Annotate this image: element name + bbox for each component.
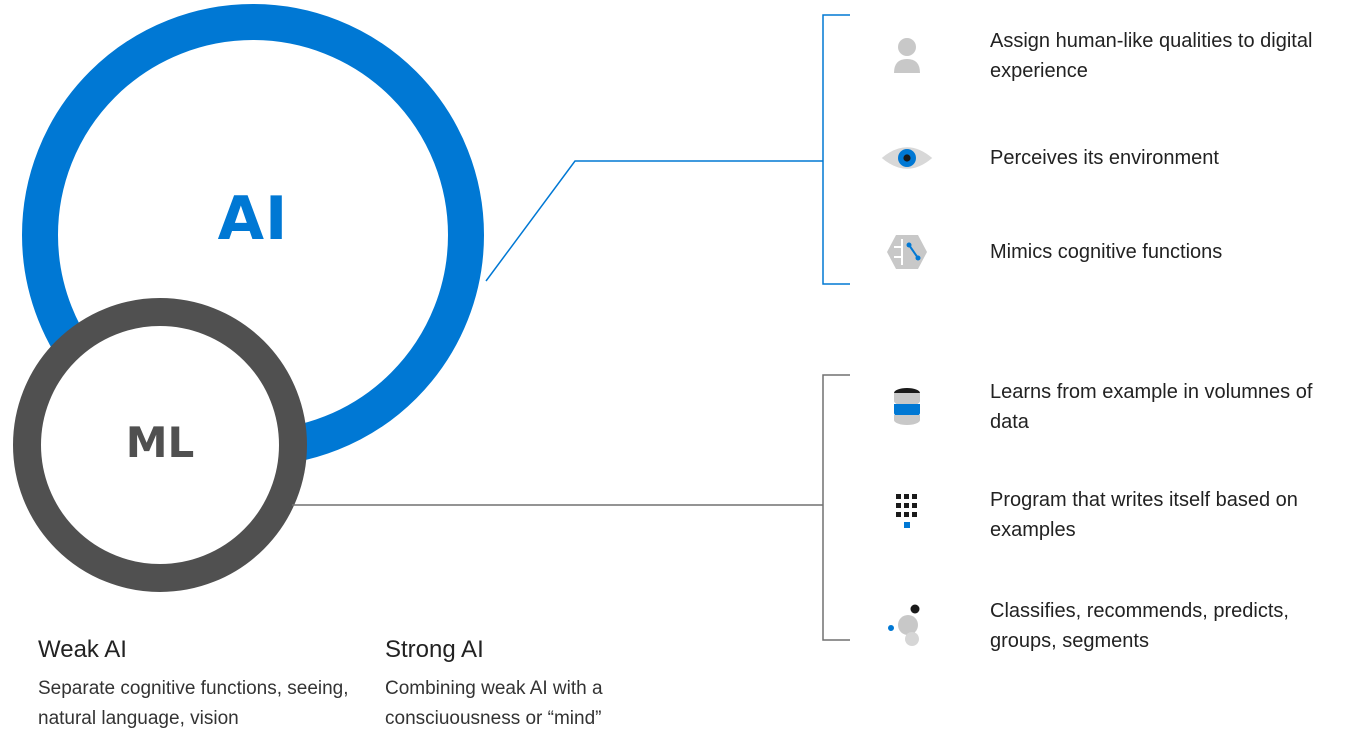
ml-label: ML [125, 418, 195, 467]
dot-grid-icon [880, 488, 934, 542]
ml-item-program: Program that writes itself based on exam… [880, 485, 1355, 545]
strong-ai-description: Combining weak AI with a consciuousness … [385, 678, 603, 729]
eye-icon [880, 131, 934, 185]
ml-bracket [822, 374, 850, 641]
database-icon [880, 380, 934, 434]
ai-connector-line [485, 160, 823, 282]
ml-item-text: Classifies, recommends, predicts, groups… [990, 600, 1289, 652]
strong-ai-caption: Strong AI Combining weak AI with a consc… [385, 636, 705, 734]
ml-item-learns: Learns from example in volumnes of data [880, 377, 1355, 437]
ml-item-classifies: Classifies, recommends, predicts, groups… [880, 596, 1355, 656]
weak-ai-description: Separate cognitive functions, seeing, na… [38, 678, 349, 729]
cluster-icon [880, 599, 934, 653]
ai-item-human-like: Assign human-like qualities to digital e… [880, 26, 1355, 86]
brain-circuit-icon [880, 225, 934, 279]
ai-bracket [822, 14, 850, 285]
ai-item-text: Perceives its environment [990, 147, 1219, 169]
ai-item-perceives: Perceives its environment [880, 131, 1355, 185]
ml-item-text: Learns from example in volumnes of data [990, 381, 1313, 433]
weak-ai-title: Weak AI [38, 636, 127, 663]
strong-ai-title: Strong AI [385, 636, 484, 663]
ai-label: AI [217, 184, 289, 254]
weak-ai-caption: Weak AI Separate cognitive functions, se… [38, 636, 358, 734]
ai-item-text: Assign human-like qualities to digital e… [990, 30, 1313, 82]
ml-item-text: Program that writes itself based on exam… [990, 489, 1298, 541]
person-icon [880, 29, 934, 83]
ai-item-mimics: Mimics cognitive functions [880, 225, 1355, 279]
ai-item-text: Mimics cognitive functions [990, 241, 1223, 263]
